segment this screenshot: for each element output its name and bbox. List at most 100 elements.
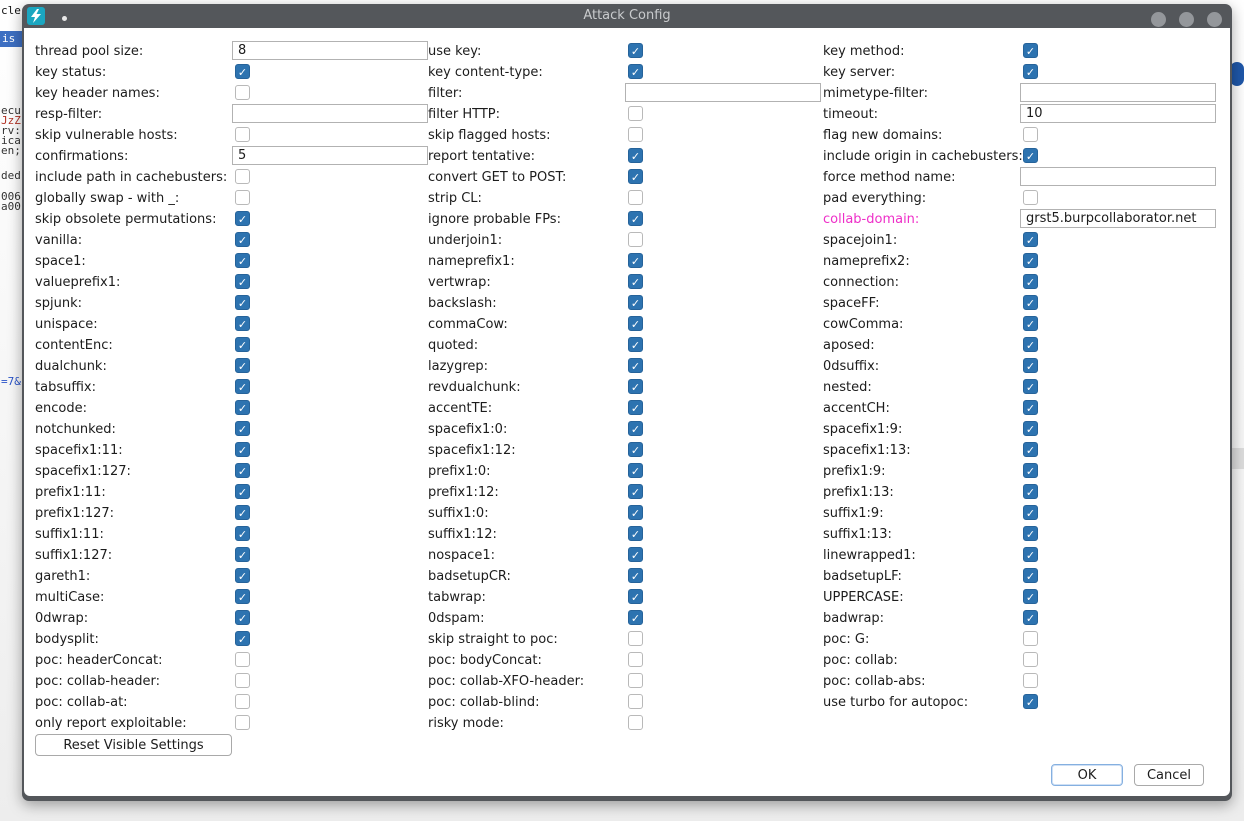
checkbox-checked[interactable]: ✓ (235, 379, 250, 394)
dialog-titlebar[interactable]: Attack Config (22, 4, 1232, 28)
checkbox-checked[interactable]: ✓ (628, 400, 643, 415)
checkbox-unchecked[interactable] (1023, 673, 1038, 688)
checkbox-checked[interactable]: ✓ (628, 316, 643, 331)
checkbox-unchecked[interactable] (235, 694, 250, 709)
checkbox-unchecked[interactable] (235, 85, 250, 100)
checkbox-checked[interactable]: ✓ (1023, 232, 1038, 247)
checkbox-unchecked[interactable] (628, 694, 643, 709)
minimize-button[interactable] (1151, 12, 1166, 27)
checkbox-checked[interactable]: ✓ (235, 505, 250, 520)
checkbox-checked[interactable]: ✓ (1023, 442, 1038, 457)
reset-visible-settings-button[interactable]: Reset Visible Settings (35, 734, 232, 756)
checkbox-unchecked[interactable] (235, 673, 250, 688)
ok-button[interactable]: OK (1051, 764, 1123, 786)
checkbox-unchecked[interactable] (235, 652, 250, 667)
checkbox-checked[interactable]: ✓ (235, 442, 250, 457)
checkbox-unchecked[interactable] (235, 715, 250, 730)
checkbox-checked[interactable]: ✓ (628, 505, 643, 520)
text-input[interactable] (1020, 209, 1216, 228)
checkbox-checked[interactable]: ✓ (1023, 400, 1038, 415)
checkbox-checked[interactable]: ✓ (628, 526, 643, 541)
checkbox-unchecked[interactable] (628, 715, 643, 730)
checkbox-checked[interactable]: ✓ (628, 274, 643, 289)
checkbox-checked[interactable]: ✓ (1023, 526, 1038, 541)
checkbox-checked[interactable]: ✓ (1023, 379, 1038, 394)
checkbox-checked[interactable]: ✓ (235, 463, 250, 478)
checkbox-checked[interactable]: ✓ (235, 547, 250, 562)
text-input[interactable] (1020, 104, 1216, 123)
checkbox-checked[interactable]: ✓ (235, 589, 250, 604)
checkbox-checked[interactable]: ✓ (1023, 421, 1038, 436)
checkbox-checked[interactable]: ✓ (628, 421, 643, 436)
checkbox-checked[interactable]: ✓ (628, 211, 643, 226)
checkbox-checked[interactable]: ✓ (1023, 694, 1038, 709)
checkbox-checked[interactable]: ✓ (1023, 463, 1038, 478)
checkbox-checked[interactable]: ✓ (1023, 589, 1038, 604)
checkbox-checked[interactable]: ✓ (1023, 148, 1038, 163)
checkbox-checked[interactable]: ✓ (628, 148, 643, 163)
checkbox-checked[interactable]: ✓ (235, 337, 250, 352)
checkbox-unchecked[interactable] (235, 190, 250, 205)
checkbox-checked[interactable]: ✓ (235, 526, 250, 541)
checkbox-checked[interactable]: ✓ (1023, 43, 1038, 58)
checkbox-checked[interactable]: ✓ (235, 274, 250, 289)
checkbox-checked[interactable]: ✓ (1023, 484, 1038, 499)
checkbox-checked[interactable]: ✓ (628, 169, 643, 184)
checkbox-checked[interactable]: ✓ (628, 358, 643, 373)
checkbox-unchecked[interactable] (628, 106, 643, 121)
checkbox-unchecked[interactable] (235, 127, 250, 142)
checkbox-checked[interactable]: ✓ (235, 400, 250, 415)
checkbox-unchecked[interactable] (1023, 190, 1038, 205)
checkbox-checked[interactable]: ✓ (1023, 505, 1038, 520)
checkbox-unchecked[interactable] (1023, 631, 1038, 646)
checkbox-unchecked[interactable] (628, 127, 643, 142)
text-input[interactable] (625, 83, 821, 102)
checkbox-checked[interactable]: ✓ (628, 484, 643, 499)
maximize-button[interactable] (1179, 12, 1194, 27)
checkbox-checked[interactable]: ✓ (235, 64, 250, 79)
text-input[interactable] (1020, 83, 1216, 102)
close-button[interactable] (1207, 12, 1222, 27)
checkbox-checked[interactable]: ✓ (628, 43, 643, 58)
checkbox-unchecked[interactable] (1023, 127, 1038, 142)
checkbox-checked[interactable]: ✓ (1023, 337, 1038, 352)
checkbox-checked[interactable]: ✓ (628, 463, 643, 478)
text-input[interactable] (1020, 167, 1216, 186)
checkbox-checked[interactable]: ✓ (235, 316, 250, 331)
checkbox-checked[interactable]: ✓ (235, 253, 250, 268)
checkbox-checked[interactable]: ✓ (235, 610, 250, 625)
text-input[interactable] (232, 146, 428, 165)
checkbox-checked[interactable]: ✓ (1023, 274, 1038, 289)
checkbox-checked[interactable]: ✓ (628, 295, 643, 310)
cancel-button[interactable]: Cancel (1134, 764, 1204, 786)
checkbox-checked[interactable]: ✓ (1023, 568, 1038, 583)
checkbox-checked[interactable]: ✓ (628, 547, 643, 562)
checkbox-checked[interactable]: ✓ (628, 442, 643, 457)
checkbox-checked[interactable]: ✓ (628, 589, 643, 604)
checkbox-checked[interactable]: ✓ (235, 484, 250, 499)
checkbox-unchecked[interactable] (235, 169, 250, 184)
checkbox-checked[interactable]: ✓ (628, 337, 643, 352)
checkbox-checked[interactable]: ✓ (1023, 610, 1038, 625)
checkbox-checked[interactable]: ✓ (1023, 547, 1038, 562)
checkbox-checked[interactable]: ✓ (235, 232, 250, 247)
checkbox-checked[interactable]: ✓ (235, 631, 250, 646)
text-input[interactable] (232, 104, 428, 123)
text-input[interactable] (232, 41, 428, 60)
checkbox-unchecked[interactable] (628, 190, 643, 205)
checkbox-checked[interactable]: ✓ (628, 610, 643, 625)
checkbox-checked[interactable]: ✓ (628, 379, 643, 394)
checkbox-unchecked[interactable] (1023, 652, 1038, 667)
checkbox-checked[interactable]: ✓ (235, 421, 250, 436)
checkbox-checked[interactable]: ✓ (1023, 295, 1038, 310)
checkbox-checked[interactable]: ✓ (1023, 253, 1038, 268)
checkbox-checked[interactable]: ✓ (1023, 358, 1038, 373)
checkbox-checked[interactable]: ✓ (235, 358, 250, 373)
checkbox-checked[interactable]: ✓ (628, 64, 643, 79)
checkbox-unchecked[interactable] (628, 232, 643, 247)
checkbox-unchecked[interactable] (628, 631, 643, 646)
checkbox-checked[interactable]: ✓ (1023, 64, 1038, 79)
checkbox-checked[interactable]: ✓ (235, 295, 250, 310)
checkbox-checked[interactable]: ✓ (235, 211, 250, 226)
checkbox-unchecked[interactable] (628, 673, 643, 688)
